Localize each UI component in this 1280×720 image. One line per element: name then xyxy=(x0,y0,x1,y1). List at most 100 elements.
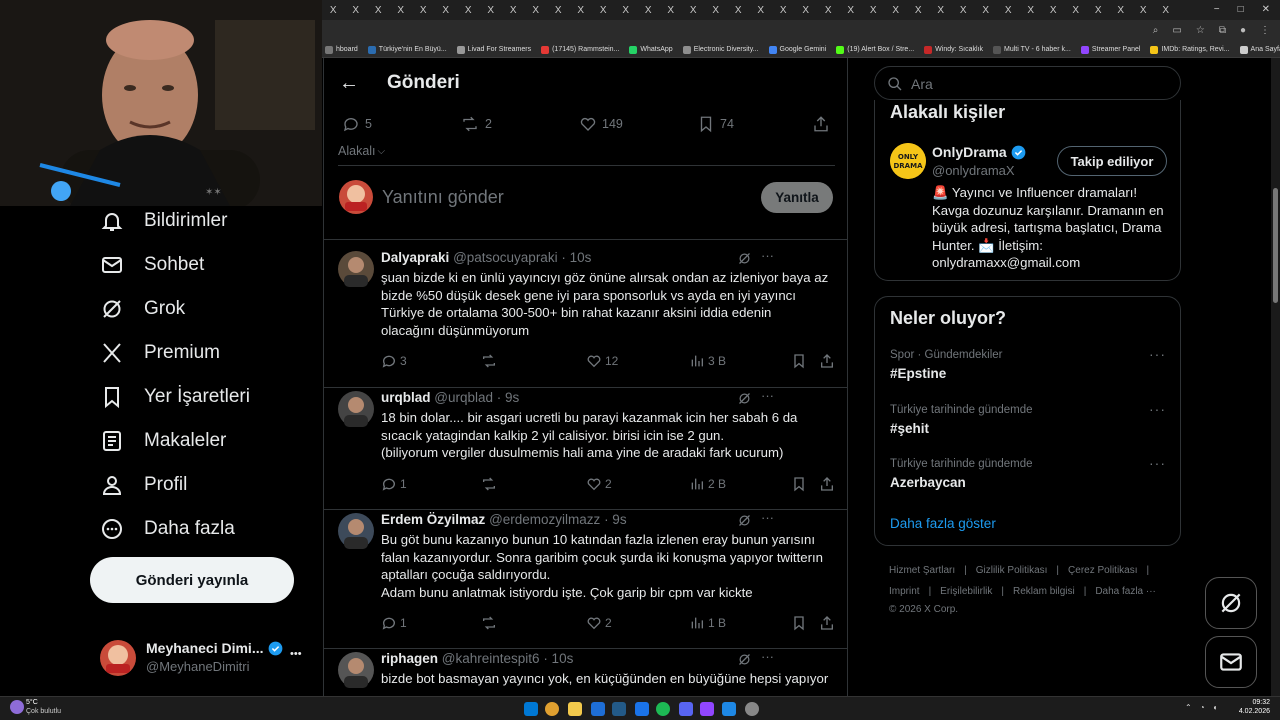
tab-close-icon[interactable]: X xyxy=(705,1,728,20)
menu-icon[interactable]: ⋮ xyxy=(1260,25,1270,36)
tab-close-icon[interactable]: X xyxy=(997,1,1020,20)
grok-icon[interactable] xyxy=(737,513,752,528)
tab-close-icon[interactable]: X xyxy=(750,1,773,20)
reply-button[interactable]: Yanıtla xyxy=(761,182,833,213)
tweet-time[interactable]: · 10s xyxy=(543,651,573,666)
bookmark-item[interactable]: Streamer Panel xyxy=(1080,45,1140,54)
share-icon[interactable] xyxy=(812,115,830,133)
author-handle[interactable]: @urqblad xyxy=(434,390,493,405)
footer-link[interactable]: Reklam bilgisi xyxy=(1013,586,1075,597)
nav-item-grok[interactable]: Grok xyxy=(100,294,185,324)
author-name[interactable]: Erdem Özyilmaz xyxy=(381,512,485,527)
account-more-button[interactable]: ••• xyxy=(290,648,302,660)
author-handle[interactable]: @erdemozyilmazz xyxy=(489,512,600,527)
bookmark-item[interactable]: Google Gemini xyxy=(768,45,826,54)
system-tray[interactable]: ⌃ ◔ ◖ xyxy=(1185,703,1217,712)
like-stat[interactable]: 149 xyxy=(579,115,623,133)
tab-close-icon[interactable]: X xyxy=(862,1,885,20)
start-icon[interactable] xyxy=(524,702,538,716)
scrollbar-thumb[interactable] xyxy=(1273,188,1278,303)
bookmark-item[interactable]: Türkiye'nin En Büyü... xyxy=(367,45,447,54)
chevron-up-icon[interactable]: ⌃ xyxy=(1185,703,1192,712)
obs-icon[interactable] xyxy=(745,702,759,716)
nav-item-sohbet[interactable]: Sohbet xyxy=(100,250,204,280)
avatar[interactable] xyxy=(338,391,374,427)
bookmark-item[interactable]: (17145) Rammstein... xyxy=(541,45,619,54)
trend-more-button[interactable]: ··· xyxy=(1149,455,1166,471)
spotify-icon[interactable] xyxy=(656,702,670,716)
avatar[interactable] xyxy=(338,652,374,688)
tab-close-icon[interactable]: X xyxy=(1132,1,1155,20)
nav-item-bildirimler[interactable]: Bildirimler xyxy=(100,206,227,236)
tab-close-icon[interactable]: X xyxy=(772,1,795,20)
post-button[interactable]: Gönderi yayınla xyxy=(90,557,294,603)
back-button[interactable]: ← xyxy=(339,72,359,95)
volume-icon[interactable]: ◖ xyxy=(1213,703,1218,712)
reply-tweet[interactable]: Dalyapraki @patsocuyapraki · 10s ··· şuan … xyxy=(324,248,847,388)
tab-close-icon[interactable]: X xyxy=(435,1,458,20)
nav-item-daha-fazla[interactable]: Daha fazla xyxy=(100,514,235,544)
avatar[interactable] xyxy=(338,513,374,549)
tweet-more-button[interactable]: ··· xyxy=(761,388,774,403)
tab-close-icon[interactable]: X xyxy=(907,1,930,20)
extensions-icon[interactable]: ⧉ xyxy=(1219,25,1226,36)
messages-fab[interactable] xyxy=(1205,636,1257,688)
tab-close-icon[interactable]: X xyxy=(682,1,705,20)
star-icon[interactable]: ☆ xyxy=(1196,25,1205,36)
steam-icon[interactable] xyxy=(612,702,626,716)
tab-close-icon[interactable]: X xyxy=(457,1,480,20)
tab-close-icon[interactable]: X xyxy=(1065,1,1088,20)
avatar[interactable] xyxy=(338,251,374,287)
footer-link[interactable]: Erişilebilirlik xyxy=(940,586,992,597)
search-icon[interactable]: ⌕ xyxy=(1153,25,1159,36)
tab-close-icon[interactable]: X xyxy=(885,1,908,20)
tab-close-icon[interactable]: X xyxy=(975,1,998,20)
profile-icon[interactable]: ● xyxy=(1240,25,1246,36)
grok-icon[interactable] xyxy=(737,391,752,406)
onlydrama-avatar[interactable]: ONLY DRAMA xyxy=(890,143,926,179)
author-handle[interactable]: @kahreintespit6 xyxy=(442,651,540,666)
folder-icon[interactable] xyxy=(568,702,582,716)
tweet-more-button[interactable]: ··· xyxy=(761,510,774,525)
tab-close-icon[interactable]: X xyxy=(367,1,390,20)
show-more-link[interactable]: Daha fazla göster xyxy=(890,516,996,531)
reply-input[interactable]: Yanıtını gönder xyxy=(382,187,504,208)
tab-close-icon[interactable]: X xyxy=(345,1,368,20)
network-icon[interactable]: ◔ xyxy=(1200,703,1205,712)
tab-close-icon[interactable]: X xyxy=(480,1,503,20)
app-icon[interactable] xyxy=(635,702,649,716)
footer-link[interactable]: Gizlilik Politikası xyxy=(976,565,1048,576)
author-name[interactable]: riphagen xyxy=(381,651,438,666)
tab-close-icon[interactable]: X xyxy=(592,1,615,20)
cast-icon[interactable]: ▭ xyxy=(1172,25,1181,36)
nav-item-makaleler[interactable]: Makaleler xyxy=(100,426,226,456)
page-scrollbar[interactable] xyxy=(1271,58,1280,696)
tweet-time[interactable]: · 9s xyxy=(604,512,627,527)
bookmark-item[interactable]: Multi TV - 6 haber k... xyxy=(993,45,1071,54)
close-window-button[interactable]: ✕ xyxy=(1262,0,1270,20)
grok-fab[interactable] xyxy=(1205,577,1257,629)
bookmark-stat[interactable]: 74 xyxy=(697,115,734,133)
search-input[interactable]: Ara xyxy=(874,66,1181,100)
tab-close-icon[interactable]: X xyxy=(817,1,840,20)
tweet-time[interactable]: · 10s xyxy=(561,250,591,265)
address-bar[interactable]: ⌕ ▭ ☆ ⧉ ● ⋮ xyxy=(322,20,1280,42)
tab-close-icon[interactable]: X xyxy=(615,1,638,20)
bookmark-item[interactable]: Electronic Diversity... xyxy=(682,45,759,54)
tab-close-icon[interactable]: X xyxy=(660,1,683,20)
tab-close-icon[interactable]: X xyxy=(1110,1,1133,20)
reply-stat[interactable]: 5 xyxy=(342,115,372,133)
tab-close-icon[interactable]: X xyxy=(637,1,660,20)
app-icon[interactable] xyxy=(722,702,736,716)
reply-tweet[interactable]: Erdem Özyilmaz @erdemozyilmazz · 9s ··· Bu… xyxy=(324,510,847,649)
tab-close-icon[interactable]: X xyxy=(1087,1,1110,20)
bookmark-item[interactable]: Livad For Streamers xyxy=(456,45,531,54)
tab-close-icon[interactable]: X xyxy=(727,1,750,20)
footer-link[interactable]: Imprint xyxy=(889,586,920,597)
tab-close-icon[interactable]: X xyxy=(1155,1,1178,20)
tab-close-icon[interactable]: X xyxy=(1020,1,1043,20)
tab-close-icon[interactable]: X xyxy=(930,1,953,20)
trend-more-button[interactable]: ··· xyxy=(1149,401,1166,417)
tab-close-icon[interactable]: X xyxy=(502,1,525,20)
tab-close-icon[interactable]: X xyxy=(840,1,863,20)
